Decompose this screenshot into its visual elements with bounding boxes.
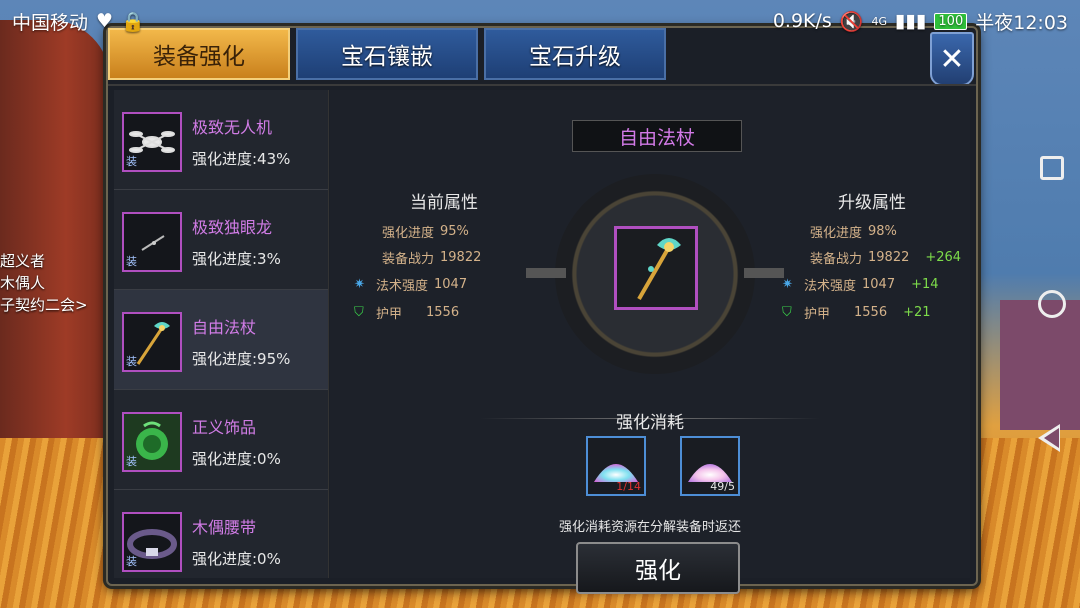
list-item[interactable]: 装 极致无人机 强化进度:43% [114, 90, 328, 190]
attr-value: 19822 [440, 250, 482, 265]
attr-label: 法术强度 [804, 279, 857, 294]
current-attr-heading: 当前属性 [410, 193, 478, 213]
material-count: 49/5 [710, 480, 735, 493]
attr-label: 护甲 [804, 307, 831, 322]
android-nav-bar [1008, 0, 1080, 608]
carrier-label: 中国移动 [12, 11, 89, 34]
staff-icon[interactable] [614, 226, 698, 310]
attr-increase: +14 [911, 277, 939, 292]
drone-icon: 装 [122, 112, 182, 172]
attr-value: 95% [440, 224, 469, 239]
spell-icon: ✷ [354, 276, 365, 292]
current-progress-row: 强化进度 95% [382, 222, 469, 241]
list-item[interactable]: 装 正义饰品 强化进度:0% [114, 390, 328, 490]
item-name: 自由法杖 [192, 318, 257, 337]
equip-tag: 装 [126, 555, 137, 568]
item-name: 极致无人机 [192, 118, 273, 137]
shield-icon: ⛉ [782, 304, 792, 320]
item-name: 极致独眼龙 [192, 218, 273, 237]
material-count: 1/14 [616, 480, 641, 493]
list-item[interactable]: 装 极致独眼龙 强化进度:3% [114, 190, 328, 290]
attr-value: 1047 [862, 277, 896, 292]
consume-title: 强化消耗 [616, 413, 684, 433]
attr-label: 装备战力 [810, 252, 863, 267]
attr-value: 98% [868, 224, 897, 239]
background-tree [0, 20, 110, 440]
clock: 半夜12:03 [975, 11, 1068, 34]
current-armor-row: ⛉ 护甲 1556 [354, 303, 460, 323]
shield-icon: ⛉ [354, 304, 364, 320]
upgrade-progress-row: 强化进度 98% [810, 222, 897, 241]
upgrade-armor-row: ⛉ 护甲 1556 +21 [782, 303, 931, 323]
attr-value: 1047 [434, 277, 468, 292]
ring-bar-left [526, 268, 566, 278]
background-label: 木偶人 [0, 274, 46, 292]
signal-icon: ▮▮▮ [895, 10, 927, 32]
enhance-area: 自由法杖 当前属性 强化进度 95% 装备战力 19822 ✷ 法术强度 104… [330, 90, 970, 594]
staff-icon: 装 [122, 312, 182, 372]
attr-increase: +264 [925, 250, 962, 265]
eyepatch-icon: 装 [122, 212, 182, 272]
equip-tag: 装 [126, 455, 137, 468]
upgrade-power-row: 装备战力 19822 +264 [810, 248, 961, 267]
attr-value: 19822 [868, 250, 910, 265]
header-divider [108, 84, 976, 86]
attr-value: 1556 [426, 305, 460, 320]
equip-title: 自由法杖 [572, 120, 742, 152]
equip-tag: 装 [126, 255, 137, 268]
pink-powder-icon[interactable]: 49/5 [680, 436, 740, 496]
belt-icon: 装 [122, 512, 182, 572]
mute-icon: 🔇 [839, 10, 864, 33]
list-item[interactable]: 装 自由法杖 强化进度:95% [114, 290, 328, 390]
lock-icon: 🔒 [121, 10, 145, 33]
item-progress: 强化进度:0% [192, 450, 281, 468]
equipment-list: 装 极致无人机 强化进度:43% 装 极致独眼龙 强化进度:3% 装 自由法杖 … [114, 90, 329, 578]
background-label: 子契约二会> [0, 296, 88, 314]
item-progress: 强化进度:95% [192, 350, 291, 368]
back-icon[interactable] [1038, 424, 1060, 452]
enhance-button[interactable]: 强化 [576, 542, 740, 594]
upgrade-spell-row: ✷ 法术强度 1047 +14 [782, 275, 939, 295]
network-speed: 0.9K/s [772, 10, 832, 32]
attr-label: 法术强度 [376, 279, 429, 294]
heart-icon: ♥ [96, 10, 114, 32]
attr-label: 装备战力 [382, 252, 435, 267]
home-icon[interactable] [1038, 290, 1066, 318]
recent-apps-icon[interactable] [1040, 156, 1064, 180]
current-power-row: 装备战力 19822 [382, 248, 481, 267]
battery-icon: 100 [934, 12, 968, 30]
item-progress: 强化进度:0% [192, 550, 281, 568]
attr-increase: +21 [903, 305, 931, 320]
equipment-panel: 装备强化 宝石镶嵌 宝石升级 ✕ 装 极致无人机 强化进度:43% 装 极致独眼… [106, 26, 978, 594]
equip-tag: 装 [126, 155, 137, 168]
attr-label: 强化进度 [382, 226, 435, 241]
item-name: 木偶腰带 [192, 518, 257, 537]
network-type: 4G [871, 14, 888, 28]
attr-label: 强化进度 [810, 226, 863, 241]
item-name: 正义饰品 [192, 418, 257, 437]
upgrade-attr-heading: 升级属性 [838, 193, 906, 213]
background-label: 超义者 [0, 252, 46, 270]
current-spell-row: ✷ 法术强度 1047 [354, 275, 468, 295]
spell-icon: ✷ [782, 276, 793, 292]
item-progress: 强化进度:43% [192, 150, 291, 168]
consume-note: 强化消耗资源在分解装备时返还 [558, 520, 741, 535]
attr-value: 1556 [854, 305, 888, 320]
equip-tag: 装 [126, 355, 137, 368]
item-progress: 强化进度:3% [192, 250, 281, 268]
ring-bar-right [744, 268, 784, 278]
attr-label: 护甲 [376, 307, 403, 322]
blue-powder-icon[interactable]: 1/14 [586, 436, 646, 496]
amulet-icon: 装 [122, 412, 182, 472]
status-bar: 中国移动 ♥ 🔒 0.9K/s 🔇 4G ▮▮▮ 100 半夜12:03 [0, 0, 1080, 42]
list-item[interactable]: 装 木偶腰带 强化进度:0% [114, 490, 328, 578]
